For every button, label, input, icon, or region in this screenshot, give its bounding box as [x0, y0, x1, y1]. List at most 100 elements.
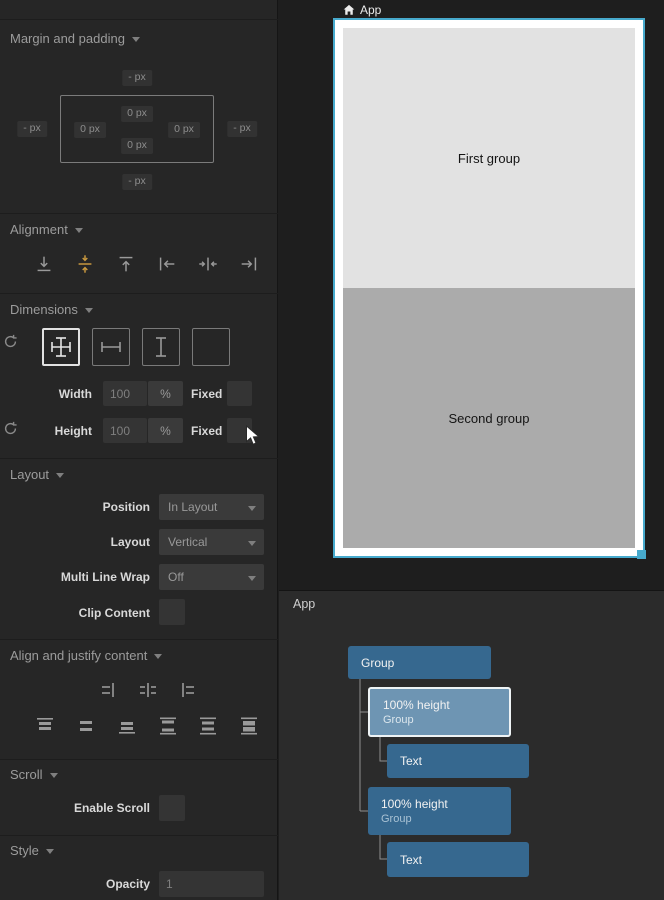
section-header-margin-padding[interactable]: Margin and padding: [10, 31, 140, 46]
section-header-alignment[interactable]: Alignment: [10, 222, 83, 237]
position-label: Position: [0, 500, 150, 514]
chevron-down-icon: [248, 576, 256, 581]
align-center-horizontal-icon[interactable]: [196, 252, 220, 276]
multi-line-wrap-dropdown[interactable]: Off: [159, 564, 264, 590]
chevron-down-icon: [56, 473, 64, 478]
chevron-down-icon: [75, 228, 83, 233]
node-100-height-group[interactable]: 100% height Group: [368, 787, 511, 835]
node-subtitle: Group: [381, 813, 511, 825]
chevron-down-icon: [46, 849, 54, 854]
opacity-label: Opacity: [0, 877, 150, 891]
align-content-end-icon[interactable]: [115, 714, 139, 738]
breadcrumb[interactable]: App: [343, 3, 381, 17]
first-group[interactable]: First group: [343, 28, 635, 288]
breadcrumb-label: App: [360, 3, 381, 17]
margin-left-field[interactable]: - px: [17, 121, 47, 137]
margin-top-field[interactable]: - px: [122, 70, 152, 86]
app-window: Margin and padding - px - px - px - px 0…: [0, 0, 664, 900]
section-divider: [0, 213, 278, 214]
align-bottom-icon[interactable]: [32, 252, 56, 276]
node-group[interactable]: Group: [348, 646, 491, 679]
clip-content-checkbox[interactable]: [159, 599, 185, 625]
node-label: Text: [400, 754, 529, 768]
section-divider: [0, 639, 278, 640]
section-divider: [0, 759, 278, 760]
node-title: 100% height: [381, 797, 511, 811]
dropdown-value: In Layout: [168, 500, 217, 514]
padding-top-field[interactable]: 0 px: [121, 106, 153, 122]
resize-handle[interactable]: [637, 550, 646, 559]
section-header-align-justify[interactable]: Align and justify content: [10, 648, 162, 663]
align-content-space-around-icon[interactable]: [196, 714, 220, 738]
section-divider: [0, 458, 278, 459]
reset-size-mode-icon[interactable]: [3, 334, 19, 350]
chevron-down-icon: [248, 506, 256, 511]
align-content-space-between-icon[interactable]: [156, 714, 180, 738]
node-text[interactable]: Text: [387, 842, 529, 877]
align-right-icon[interactable]: [237, 252, 261, 276]
section-divider: [0, 293, 278, 294]
chevron-down-icon: [154, 654, 162, 659]
section-header-style[interactable]: Style: [10, 843, 54, 858]
position-dropdown[interactable]: In Layout: [159, 494, 264, 520]
width-fixed-checkbox[interactable]: [227, 381, 252, 406]
enable-scroll-checkbox[interactable]: [159, 795, 185, 821]
width-input[interactable]: [103, 381, 147, 406]
preview-frame[interactable]: First group Second group: [333, 18, 645, 558]
canvas-area[interactable]: App First group Second group: [279, 0, 664, 590]
align-center-vertical-icon[interactable]: [73, 252, 97, 276]
node-subtitle: Group: [383, 714, 509, 726]
section-title: Align and justify content: [10, 648, 147, 663]
align-content-center-icon[interactable]: [74, 714, 98, 738]
align-content-stretch-icon[interactable]: [237, 714, 261, 738]
height-unit-select[interactable]: %: [148, 418, 183, 443]
justify-end-icon[interactable]: [96, 678, 120, 702]
align-left-icon[interactable]: [155, 252, 179, 276]
section-header-dimensions[interactable]: Dimensions: [10, 302, 93, 317]
opacity-input[interactable]: [159, 871, 264, 897]
node-text[interactable]: Text: [387, 744, 529, 778]
width-unit-select[interactable]: %: [148, 381, 183, 406]
chevron-down-icon: [50, 773, 58, 778]
size-fill-height-icon[interactable]: [142, 328, 180, 366]
section-header-layout[interactable]: Layout: [10, 467, 64, 482]
dropdown-value: Off: [168, 570, 184, 584]
node-graph-panel[interactable]: App Group 100% height Group Text 100% he…: [279, 590, 664, 900]
section-title: Margin and padding: [10, 31, 125, 46]
multi-line-wrap-label: Multi Line Wrap: [0, 570, 150, 584]
first-group-label: First group: [458, 151, 520, 166]
chevron-down-icon: [85, 308, 93, 313]
layout-mode-label: Layout: [0, 535, 150, 549]
enable-scroll-label: Enable Scroll: [0, 801, 150, 815]
second-group[interactable]: Second group: [343, 288, 635, 548]
margin-bottom-field[interactable]: - px: [122, 174, 152, 190]
align-content-start-icon[interactable]: [33, 714, 57, 738]
node-label: Group: [361, 656, 491, 670]
clip-content-label: Clip Content: [0, 606, 150, 620]
dropdown-value: Vertical: [168, 535, 207, 549]
node-100-height-group-selected[interactable]: 100% height Group: [368, 687, 511, 737]
height-input[interactable]: [103, 418, 147, 443]
size-content-icon[interactable]: [192, 328, 230, 366]
justify-start-icon[interactable]: [176, 678, 200, 702]
section-title: Layout: [10, 467, 49, 482]
chevron-down-icon: [248, 541, 256, 546]
node-title: 100% height: [383, 698, 509, 712]
height-fixed-label: Fixed: [191, 424, 222, 438]
section-title: Dimensions: [10, 302, 78, 317]
align-top-icon[interactable]: [114, 252, 138, 276]
width-fixed-label: Fixed: [191, 387, 222, 401]
justify-center-icon[interactable]: [136, 678, 160, 702]
padding-right-field[interactable]: 0 px: [168, 122, 200, 138]
chevron-down-icon: [132, 37, 140, 42]
width-label: Width: [0, 387, 92, 401]
layout-dropdown[interactable]: Vertical: [159, 529, 264, 555]
size-fill-width-icon[interactable]: [92, 328, 130, 366]
section-title: Scroll: [10, 767, 43, 782]
size-fill-both-icon[interactable]: [42, 328, 80, 366]
section-title: Style: [10, 843, 39, 858]
margin-right-field[interactable]: - px: [227, 121, 257, 137]
section-header-scroll[interactable]: Scroll: [10, 767, 58, 782]
padding-left-field[interactable]: 0 px: [74, 122, 106, 138]
padding-bottom-field[interactable]: 0 px: [121, 138, 153, 154]
